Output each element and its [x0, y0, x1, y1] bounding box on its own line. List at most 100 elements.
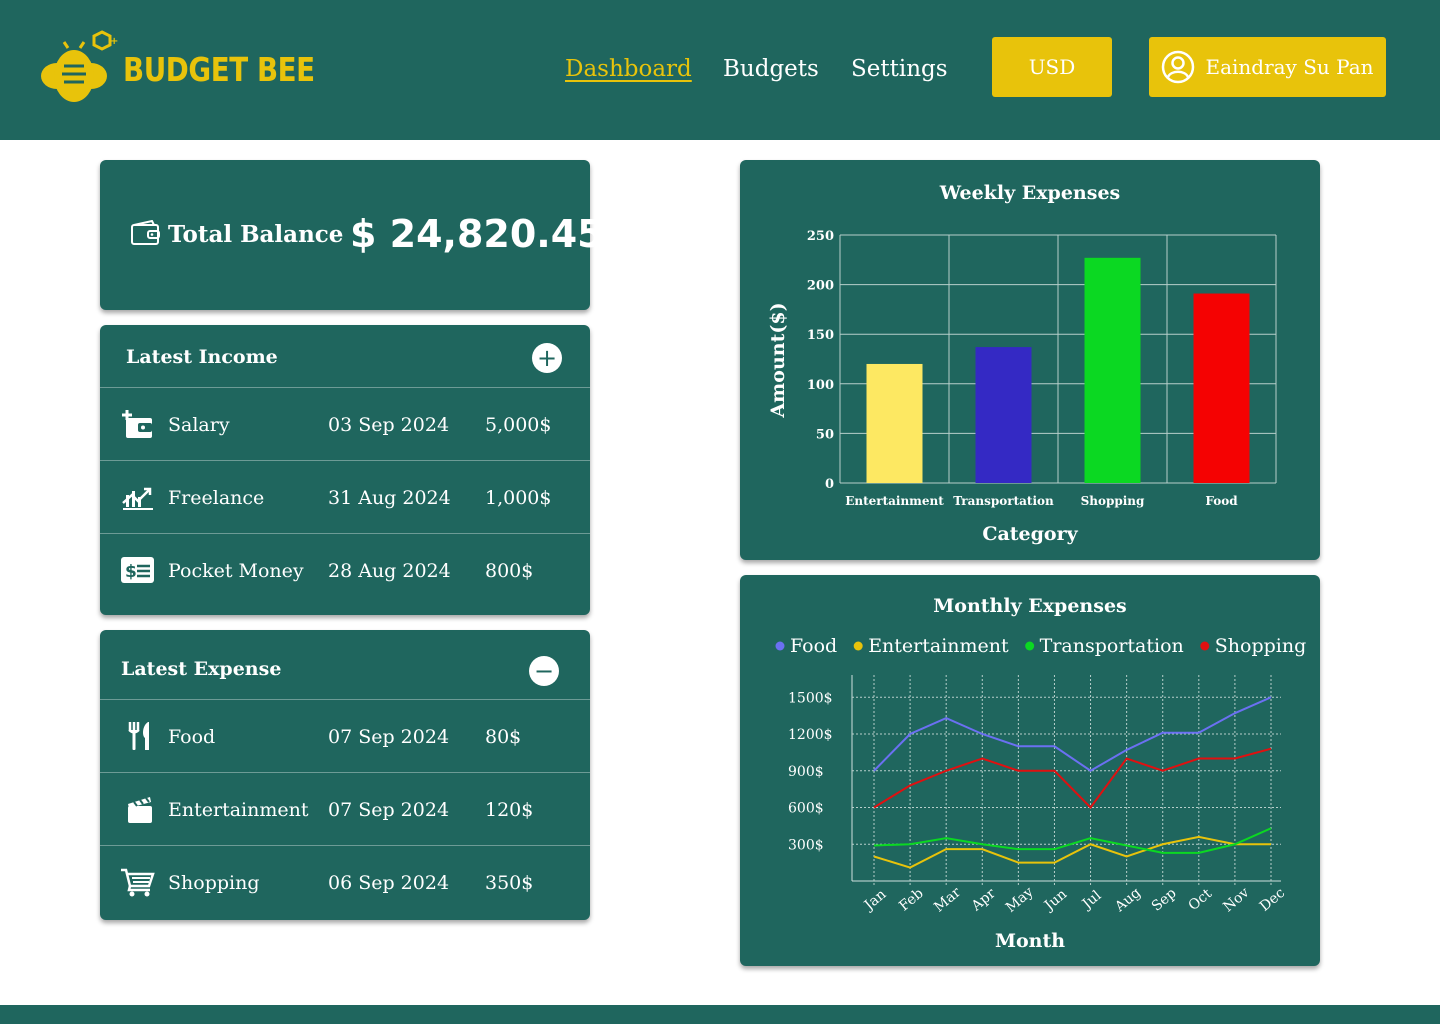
expense-amount: 120$ — [485, 799, 534, 821]
monthly-y-tick-label: 300$ — [788, 837, 824, 853]
monthly-series-line[interactable] — [873, 835, 1271, 869]
weekly-y-tick-label: 50 — [816, 427, 834, 442]
expense-date: 07 Sep 2024 — [328, 726, 450, 748]
expense-date: 06 Sep 2024 — [328, 872, 450, 894]
monthly-month-label: Sep — [1149, 885, 1180, 915]
monthly-expenses-chart: Food Entertainment Transportation Shopping … — [775, 635, 1307, 952]
nav-dashboard[interactable]: Dashboard — [565, 56, 692, 82]
expense-name: Shopping — [168, 872, 260, 894]
monthly-month-label: Aug — [1111, 885, 1144, 916]
wallet-plus-icon — [122, 410, 152, 438]
weekly-x-axis-label: Category — [982, 523, 1078, 545]
clapperboard-icon — [128, 797, 152, 823]
svg-text:$: $ — [125, 562, 137, 582]
income-amount: 800$ — [485, 560, 534, 582]
income-row[interactable]: Salary 03 Sep 2024 5,000$ — [100, 388, 590, 461]
currency-button[interactable]: USD — [992, 37, 1112, 97]
total-balance-card: Total Balance $ 24,820.45 — [100, 160, 604, 310]
legend-dot-icon — [1025, 641, 1035, 651]
monthly-month-label: Dec — [1257, 885, 1288, 915]
footer-bar — [0, 1005, 1440, 1024]
expense-row[interactable]: Food 07 Sep 2024 80$ — [100, 700, 590, 773]
legend-label: Entertainment — [868, 635, 1009, 657]
legend-label: Transportation — [1040, 635, 1184, 657]
weekly-y-tick-label: 250 — [807, 229, 834, 244]
legend-dot-icon — [853, 641, 863, 651]
weekly-y-tick-label: 150 — [807, 328, 834, 343]
user-avatar-icon — [1162, 50, 1195, 84]
monthly-month-label: Nov — [1220, 885, 1252, 916]
income-header: Latest Income + — [100, 325, 590, 388]
monthly-month-label: Apr — [968, 885, 999, 915]
balance-label: Total Balance — [168, 220, 344, 248]
legend-dot-icon — [775, 641, 785, 651]
brand-name: BUDGET BEE — [123, 50, 315, 89]
svg-text:+: + — [110, 36, 118, 47]
cart-icon — [121, 868, 155, 897]
monthly-y-tick-label: 1200$ — [788, 727, 833, 743]
expense-date: 07 Sep 2024 — [328, 799, 450, 821]
expense-row[interactable]: Shopping 06 Sep 2024 350$ — [100, 846, 590, 919]
monthly-y-tick-label: 1500$ — [788, 690, 833, 706]
income-name: Salary — [168, 414, 230, 436]
monthly-month-label: May — [1003, 884, 1037, 916]
expense-name: Entertainment — [168, 799, 309, 821]
plus-icon[interactable]: + — [532, 343, 562, 373]
weekly-category-label: Shopping — [1081, 494, 1145, 508]
income-name: Pocket Money — [168, 560, 304, 582]
nav-budgets[interactable]: Budgets — [723, 56, 819, 82]
bee-logo-icon[interactable]: + — [40, 28, 124, 108]
fork-knife-icon — [128, 722, 149, 750]
user-name: Eaindray Su Pan — [1205, 55, 1374, 79]
weekly-bar[interactable] — [1193, 293, 1250, 483]
income-date: 03 Sep 2024 — [328, 414, 450, 436]
weekly-expenses-card: Weekly Expenses 0 50 100 150 200 250 Entertai… — [740, 160, 1320, 560]
weekly-bar[interactable] — [1084, 257, 1141, 483]
balance-value: $ 24,820.45 — [350, 212, 604, 256]
expense-title: Latest Expense — [121, 658, 282, 680]
expense-row[interactable]: Entertainment 07 Sep 2024 120$ — [100, 773, 590, 846]
monthly-month-label: Jul — [1078, 887, 1105, 913]
income-amount: 1,000$ — [485, 487, 552, 509]
legend-label: Food — [790, 635, 837, 657]
monthly-month-label: Feb — [896, 885, 926, 914]
income-amount: 5,000$ — [485, 414, 552, 436]
monthly-month-label: Oct — [1186, 886, 1216, 915]
weekly-bar[interactable] — [975, 347, 1032, 483]
nav-settings[interactable]: Settings — [851, 56, 948, 82]
expense-name: Food — [168, 726, 216, 748]
monthly-y-tick-label: 900$ — [788, 764, 824, 780]
header: + BUDGET BEE Dashboard Budgets Settings … — [0, 0, 1440, 140]
income-date: 31 Aug 2024 — [328, 487, 451, 509]
monthly-month-label: Mar — [931, 884, 964, 915]
monthly-month-label: Jun — [1040, 886, 1070, 915]
currency-label: USD — [1028, 55, 1076, 79]
trend-up-icon — [122, 487, 153, 510]
money-icon: $ — [121, 557, 154, 583]
monthly-x-axis-label: Month — [995, 930, 1065, 952]
legend-dot-icon — [1200, 641, 1210, 651]
weekly-category-label: Food — [1205, 494, 1238, 508]
latest-expense-card: Latest Expense − Food 07 Sep 2024 80$ En… — [100, 630, 590, 920]
weekly-y-tick-label: 200 — [807, 279, 834, 294]
weekly-y-axis-label: Amount($) — [767, 302, 789, 418]
monthly-month-label: Jan — [860, 886, 889, 914]
latest-income-card: Latest Income + Salary 03 Sep 2024 5,000… — [100, 325, 590, 615]
user-profile-button[interactable]: Eaindray Su Pan — [1149, 37, 1386, 97]
income-date: 28 Aug 2024 — [328, 560, 451, 582]
income-row[interactable]: Freelance 31 Aug 2024 1,000$ — [100, 461, 590, 534]
expense-amount: 350$ — [485, 872, 534, 894]
weekly-expenses-chart: 0 50 100 150 200 250 Entertainment Transportat… — [767, 229, 1277, 545]
minus-icon[interactable]: − — [529, 656, 559, 686]
legend-label: Shopping — [1215, 635, 1307, 657]
wallet-icon — [131, 220, 160, 245]
weekly-y-tick-label: 100 — [807, 378, 834, 393]
weekly-y-tick-label: 0 — [825, 477, 834, 492]
income-row[interactable]: $ Pocket Money 28 Aug 2024 800$ — [100, 534, 590, 607]
monthly-series-line[interactable] — [873, 827, 1272, 854]
expense-header: Latest Expense − — [100, 630, 590, 700]
weekly-category-label: Transportation — [953, 494, 1054, 508]
balance-label-group: Total Balance — [130, 220, 343, 248]
weekly-category-label: Entertainment — [845, 494, 944, 508]
weekly-bar[interactable] — [866, 363, 923, 483]
